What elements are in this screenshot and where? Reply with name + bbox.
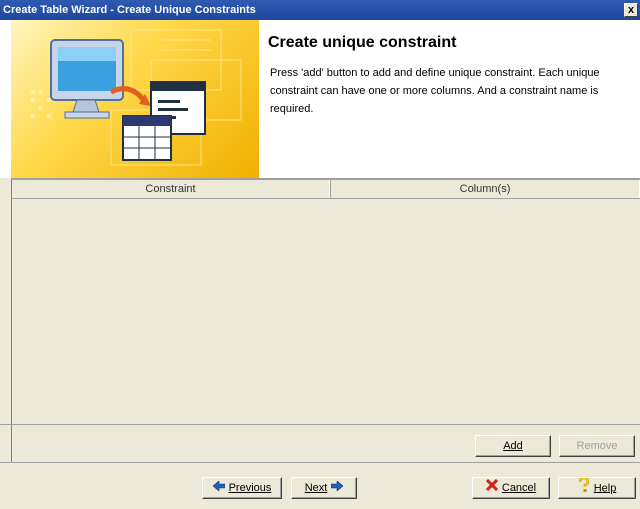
page-title: Create unique constraint (268, 34, 457, 51)
table-body[interactable] (12, 199, 640, 424)
page-description: Press 'add' button to add and define uni… (270, 67, 600, 115)
next-button[interactable]: Next (291, 477, 357, 499)
add-button[interactable]: Add (475, 435, 551, 457)
next-button-label: Next (304, 482, 328, 494)
wizard-footer: Previous Next Cancel Help (0, 462, 640, 509)
arrow-left-icon (212, 478, 225, 498)
column-header-columns[interactable]: Column(s) (330, 180, 640, 198)
cancel-button[interactable]: Cancel (472, 477, 550, 499)
wizard-header: Create unique constraint Press 'add' but… (0, 20, 640, 178)
window-title: Create Table Wizard - Create Unique Cons… (3, 4, 256, 16)
table-actions: Add Remove (11, 425, 640, 462)
add-button-label: Add (503, 440, 523, 452)
computer-table-illustration (31, 29, 242, 166)
wizard-banner-image (11, 20, 259, 178)
previous-button-label: Previous (228, 482, 272, 494)
remove-button-label: Remove (576, 440, 618, 452)
help-question-icon (578, 476, 590, 499)
column-header-constraint[interactable]: Constraint (12, 180, 330, 198)
close-button[interactable]: x (624, 3, 638, 17)
previous-button[interactable]: Previous (202, 477, 282, 499)
cancel-x-icon (485, 478, 498, 498)
window-titlebar: Create Table Wizard - Create Unique Cons… (0, 0, 640, 20)
help-button[interactable]: Help (558, 476, 636, 499)
arrow-right-icon (331, 478, 344, 498)
help-button-label: Help (593, 482, 617, 495)
constraint-table[interactable]: Constraint Column(s) (11, 180, 640, 424)
close-icon: x (627, 4, 635, 16)
cancel-button-label: Cancel (501, 482, 537, 494)
table-header: Constraint Column(s) (12, 180, 640, 199)
remove-button[interactable]: Remove (559, 435, 635, 457)
